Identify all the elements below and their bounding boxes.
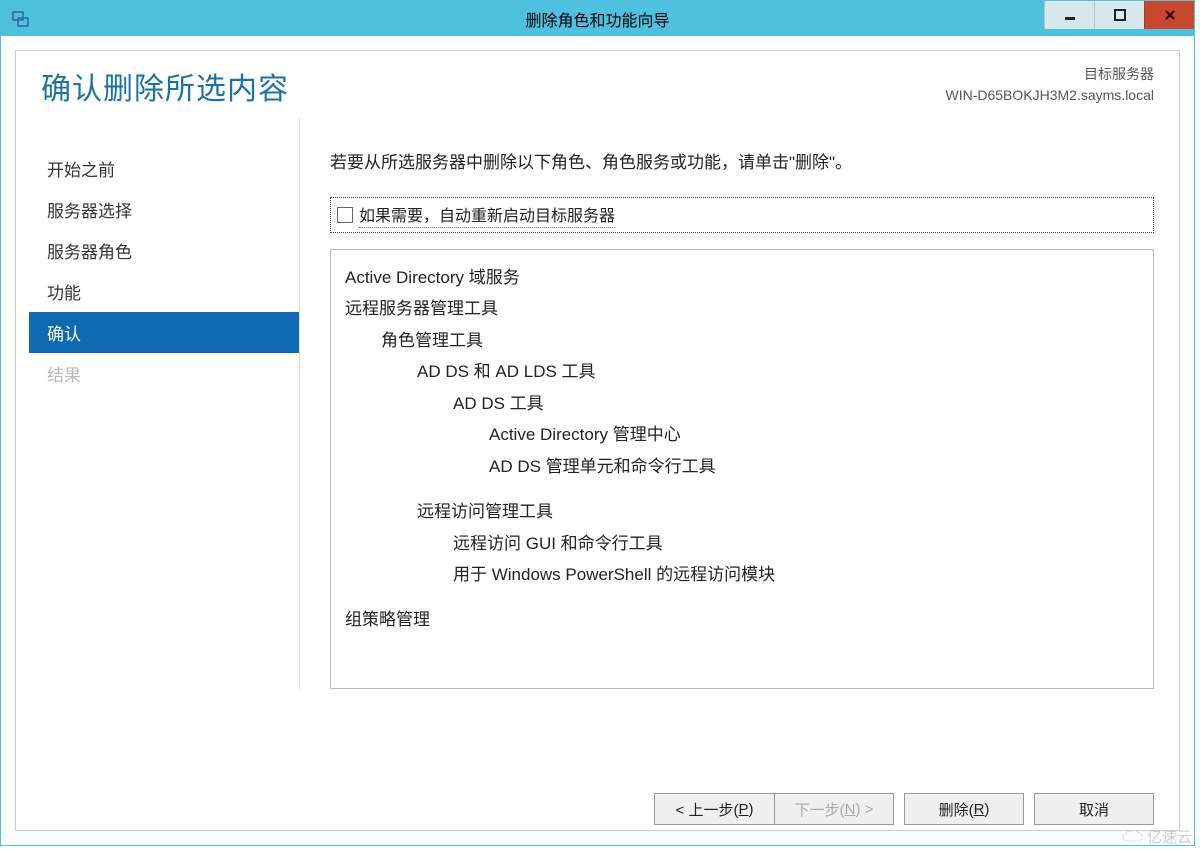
next-button: 下一步(N) > xyxy=(774,793,894,825)
window-controls xyxy=(1044,1,1194,29)
previous-button[interactable]: < 上一步(P) xyxy=(654,793,774,825)
nav-button-group: < 上一步(P) 下一步(N) > xyxy=(654,793,894,825)
titlebar[interactable]: 删除角色和功能向导 xyxy=(1,1,1194,36)
app-icon xyxy=(11,9,31,29)
maximize-button[interactable] xyxy=(1094,1,1144,29)
wizard-window: 删除角色和功能向导 确认删除所选内容 目标服务器 WIN-D65BOKJH3M2… xyxy=(0,0,1195,846)
watermark: 亿速云 xyxy=(1121,826,1192,847)
footer-buttons: < 上一步(P) 下一步(N) > 删除(R) 取消 xyxy=(654,793,1154,825)
window-title: 删除角色和功能向导 xyxy=(1,7,1194,31)
inner-border xyxy=(15,50,1180,831)
cloud-icon xyxy=(1121,829,1143,845)
close-button[interactable] xyxy=(1144,1,1194,29)
cancel-button[interactable]: 取消 xyxy=(1034,793,1154,825)
minimize-button[interactable] xyxy=(1044,1,1094,29)
remove-button[interactable]: 删除(R) xyxy=(904,793,1024,825)
content-area: 确认删除所选内容 目标服务器 WIN-D65BOKJH3M2.sayms.loc… xyxy=(1,36,1194,845)
